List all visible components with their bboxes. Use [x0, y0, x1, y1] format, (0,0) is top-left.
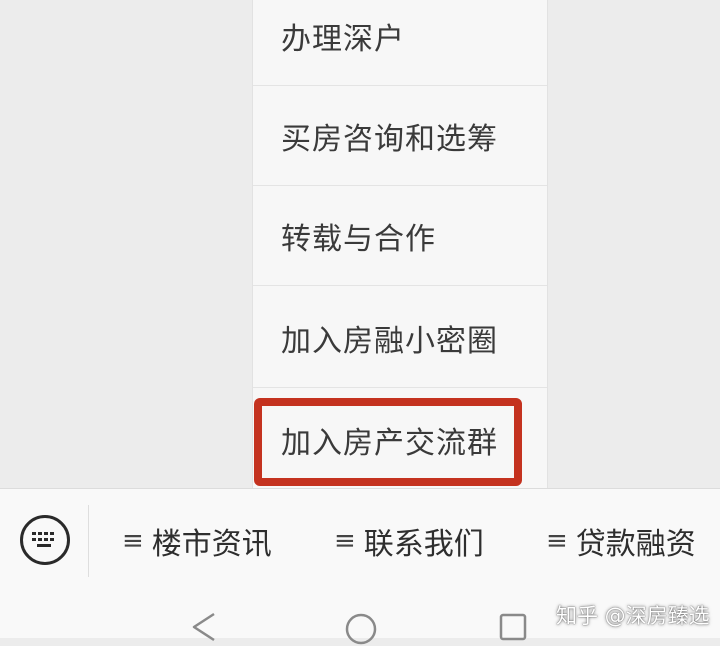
tab-label: 贷款融资: [575, 527, 696, 562]
menu-lines-icon: ≡: [122, 526, 144, 556]
circle-home-icon[interactable]: [344, 612, 378, 646]
menu-lines-icon: ≡: [546, 526, 568, 556]
tab-market-news[interactable]: ≡ 楼市资讯: [122, 519, 272, 563]
tab-label: 楼市资讯: [151, 527, 272, 562]
tab-label: 联系我们: [363, 527, 484, 562]
menu-lines-icon: ≡: [334, 526, 356, 556]
tab-loan-finance[interactable]: ≡ 贷款融资: [546, 519, 696, 563]
menu-item-consult[interactable]: 买房咨询和选筹: [253, 86, 547, 186]
menu-item-group[interactable]: 加入房产交流群: [253, 390, 547, 490]
menu-item-label: 加入房融小密圈: [281, 323, 498, 359]
menu-item-label: 加入房产交流群: [281, 426, 498, 461]
bottom-menu-bar: ≡ 楼市资讯 ≡ 联系我们 ≡ 贷款融资: [0, 488, 720, 593]
watermark: 知乎 @深房臻选: [556, 604, 710, 628]
menu-item-label: 买房咨询和选筹: [281, 121, 498, 157]
keyboard-divider: [88, 505, 89, 577]
menu-item-circle[interactable]: 加入房融小密圈: [253, 288, 547, 388]
keyboard-icon: [32, 532, 54, 547]
tab-contact-us[interactable]: ≡ 联系我们: [334, 519, 484, 563]
menu-item-label: 转载与合作: [281, 221, 436, 257]
menu-item-shenhu[interactable]: 办理深户: [253, 0, 547, 86]
menu-item-repost[interactable]: 转载与合作: [253, 186, 547, 286]
keyboard-button[interactable]: [20, 515, 70, 565]
menu-item-label: 办理深户: [281, 21, 405, 57]
popup-menu: 办理深户 买房咨询和选筹 转载与合作 加入房融小密圈 加入房产交流群: [252, 0, 548, 488]
